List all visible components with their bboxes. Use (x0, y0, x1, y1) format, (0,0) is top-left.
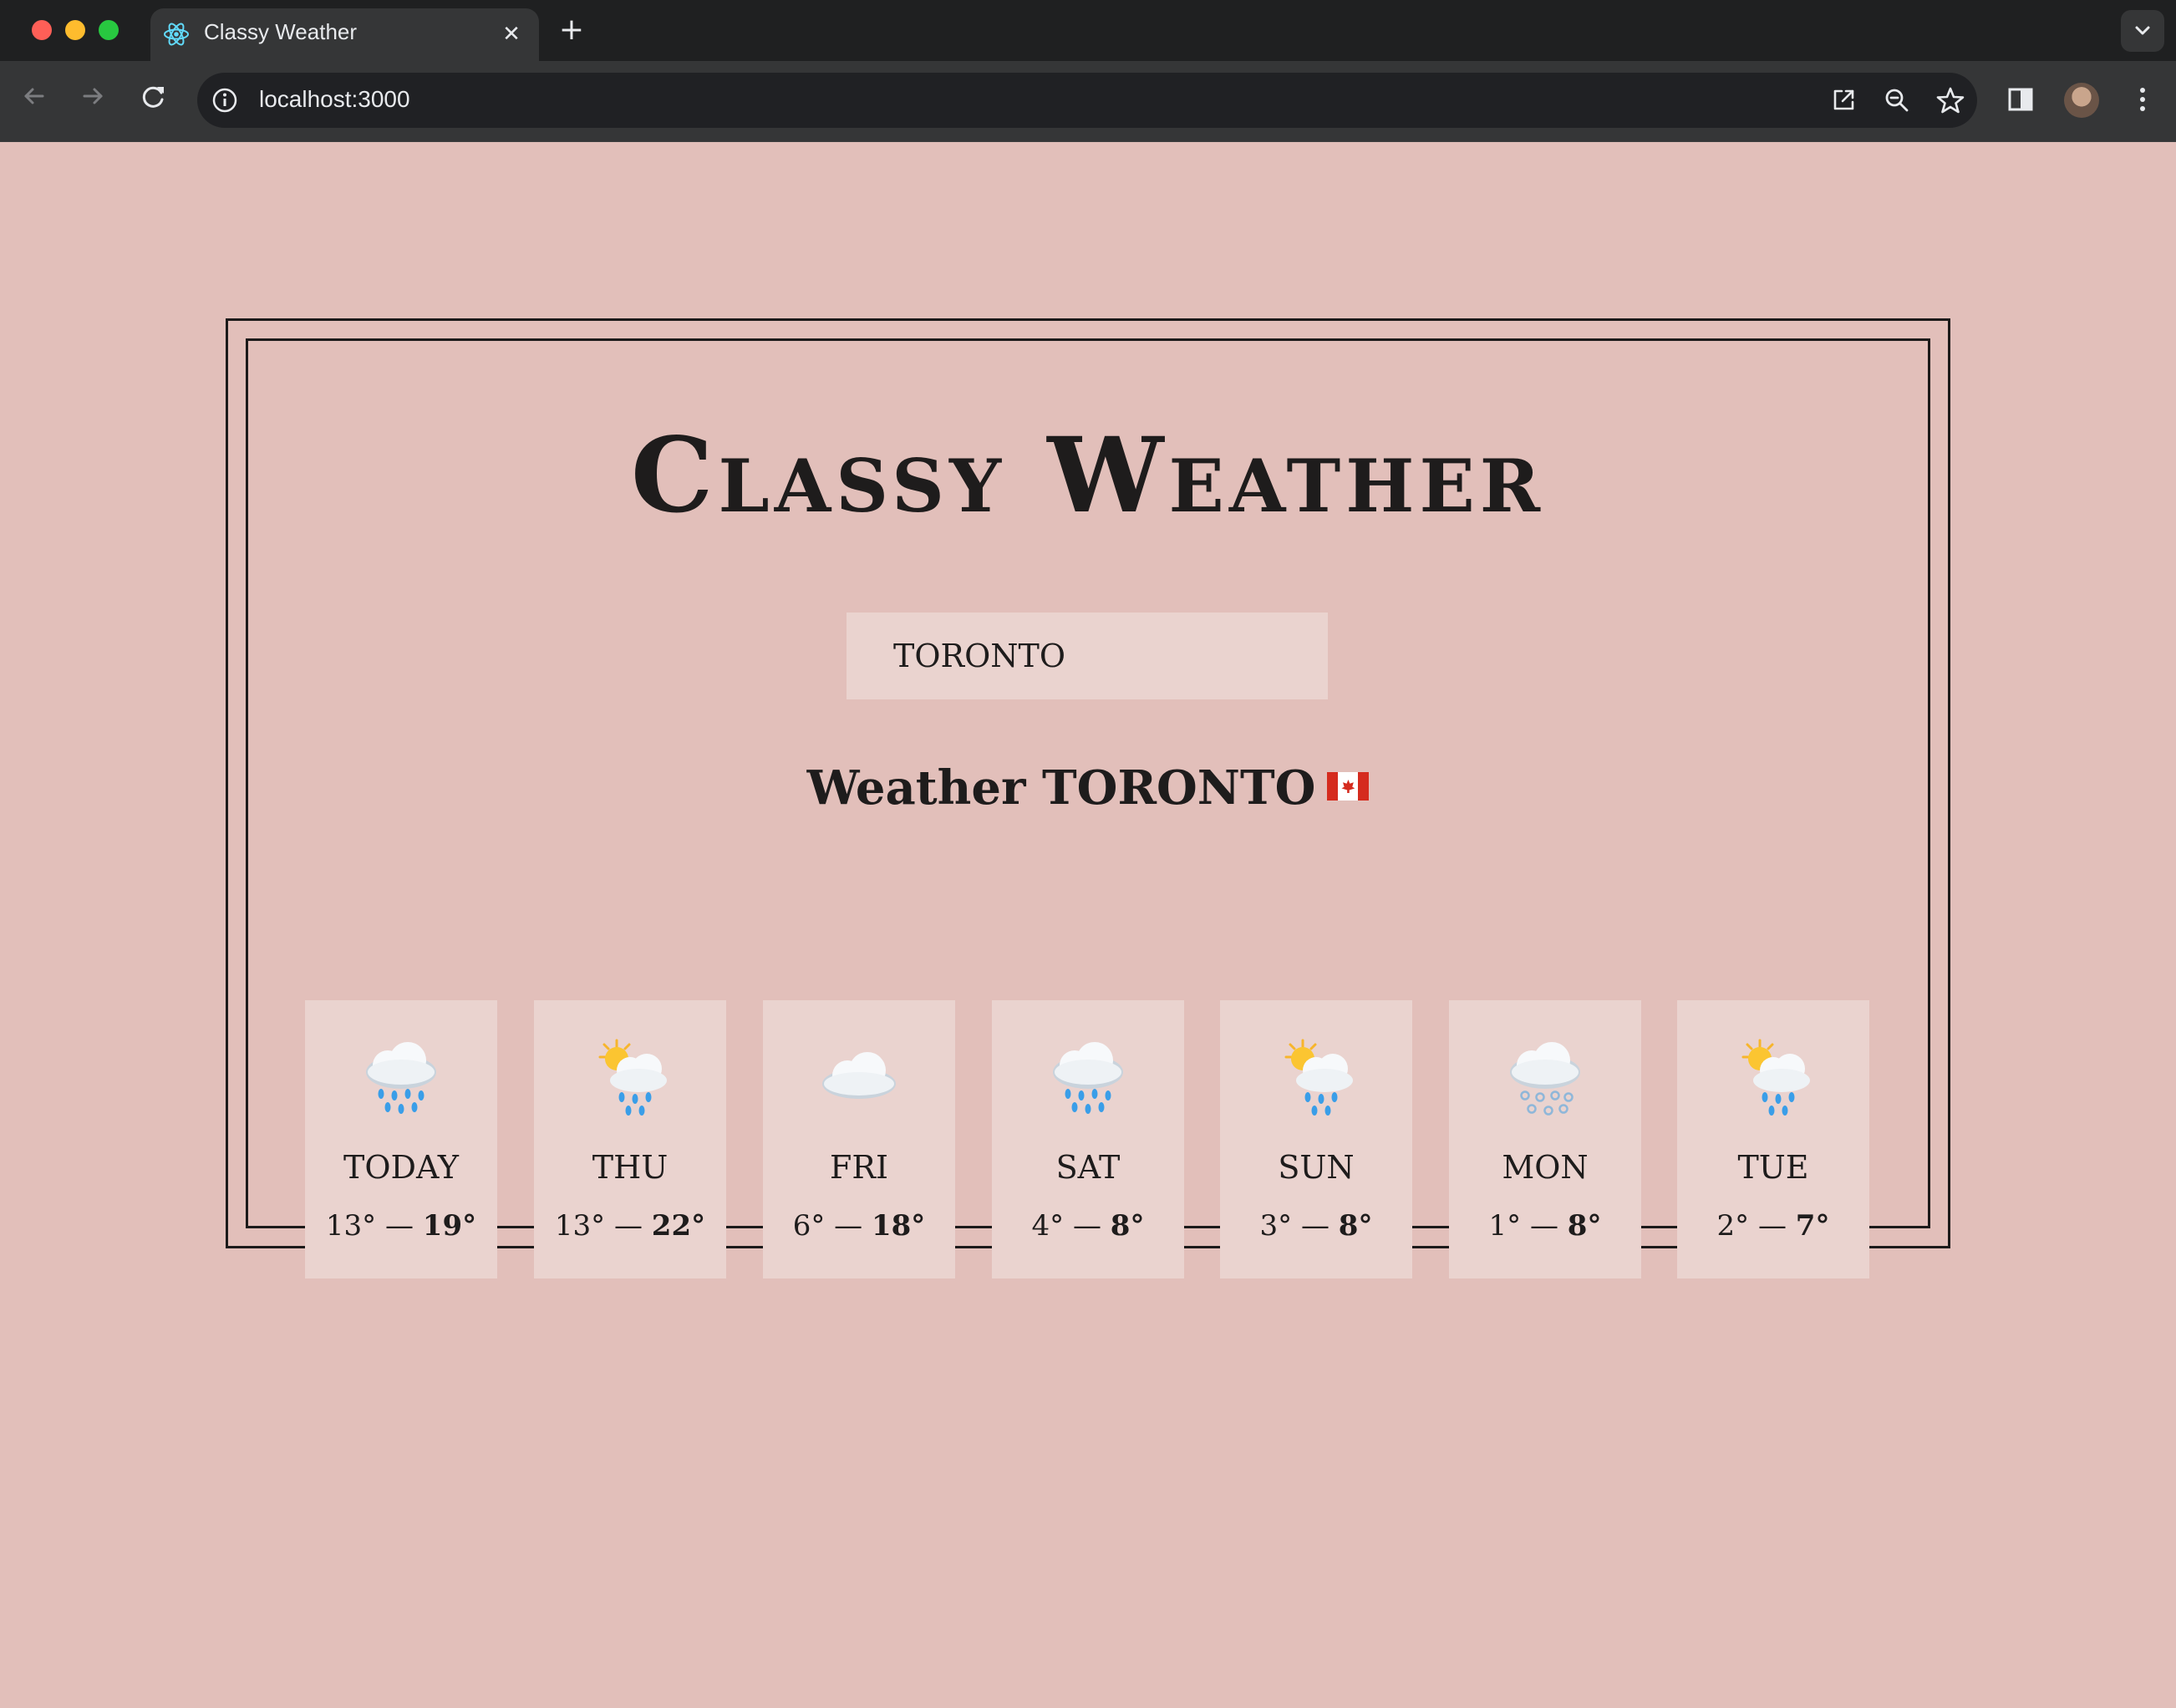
star-icon[interactable] (1935, 85, 1965, 115)
weather-heading: Weather TORONTO (0, 760, 2176, 816)
chevron-down-icon (2135, 26, 2150, 35)
react-atom-icon (162, 20, 191, 48)
back-arrow-icon[interactable] (18, 79, 51, 113)
address-bar[interactable]: localhost:3000 (197, 73, 1977, 128)
weather-heading-text: Weather TORONTO (806, 760, 1316, 816)
info-icon[interactable] (211, 86, 239, 114)
forecast-day-temp: 4° — 8° (1031, 1209, 1145, 1243)
forecast-day-label: SAT (1055, 1149, 1121, 1186)
forecast-day-card: THU 13° — 22° (534, 1000, 726, 1278)
forecast-day-label: FRI (830, 1149, 888, 1186)
forecast-day-temp: 6° — 18° (792, 1209, 926, 1243)
forecast-day-temp: 1° — 8° (1488, 1209, 1602, 1243)
open-external-icon[interactable] (1828, 85, 1858, 115)
avatar[interactable] (2064, 83, 2099, 118)
forecast-day-temp: 13° — 19° (325, 1209, 477, 1243)
forecast-day-card: SAT 4° — 8° (992, 1000, 1184, 1278)
canada-flag-icon (1327, 772, 1370, 801)
window-minimize-button[interactable] (65, 20, 85, 40)
forecast-day-label: TUE (1737, 1149, 1809, 1186)
sun-behind-rain-cloud-icon (1274, 1035, 1358, 1119)
tab-title: Classy Weather (204, 19, 358, 44)
forecast-day-label: MON (1502, 1149, 1589, 1186)
tab-list-button[interactable] (2121, 10, 2164, 52)
browser-toolbar: localhost:3000 (0, 61, 2176, 141)
forecast-day-card: FRI 6° — 18° (763, 1000, 955, 1278)
browser-tab[interactable]: Classy Weather ✕ (150, 8, 539, 61)
window-maximize-button[interactable] (99, 20, 119, 40)
sun-behind-rain-cloud-icon (588, 1035, 672, 1119)
forecast-day-card: TUE 2° — 7° (1677, 1000, 1869, 1278)
cloud-icon (817, 1035, 901, 1119)
kebab-menu-icon[interactable] (2126, 83, 2159, 116)
forecast-day-card: TODAY 13° — 19° (305, 1000, 497, 1278)
close-icon[interactable]: ✕ (498, 21, 525, 48)
forecast-list: TODAY 13° — 19° THU 13° — 22° FRI 6° — 1… (0, 1000, 2176, 1278)
forecast-day-card: MON 1° — 8° (1449, 1000, 1641, 1278)
forecast-day-label: TODAY (343, 1149, 459, 1186)
plus-icon[interactable]: + (557, 15, 587, 45)
url-text[interactable]: localhost:3000 (259, 86, 410, 113)
forward-arrow-icon[interactable] (76, 79, 109, 113)
reload-icon[interactable] (137, 79, 170, 113)
forecast-day-temp: 3° — 8° (1259, 1209, 1373, 1243)
forecast-day-temp: 13° — 22° (554, 1209, 706, 1243)
window-close-button[interactable] (32, 20, 52, 40)
zoom-icon[interactable] (1882, 85, 1912, 115)
cloud-rain-icon (1046, 1035, 1130, 1119)
sun-behind-rain-cloud-icon (1731, 1035, 1815, 1119)
cloud-snow-icon (1503, 1035, 1587, 1119)
side-panel-icon[interactable] (2004, 83, 2037, 116)
forecast-day-card: SUN 3° — 8° (1220, 1000, 1412, 1278)
forecast-day-label: THU (592, 1149, 669, 1186)
app-title: Classy Weather (630, 415, 1546, 536)
browser-tab-bar: Classy Weather ✕ + (0, 0, 2176, 61)
location-search-input[interactable] (847, 613, 1328, 699)
cloud-rain-icon (359, 1035, 443, 1119)
forecast-day-label: SUN (1278, 1149, 1355, 1186)
forecast-day-temp: 2° — 7° (1716, 1209, 1830, 1243)
